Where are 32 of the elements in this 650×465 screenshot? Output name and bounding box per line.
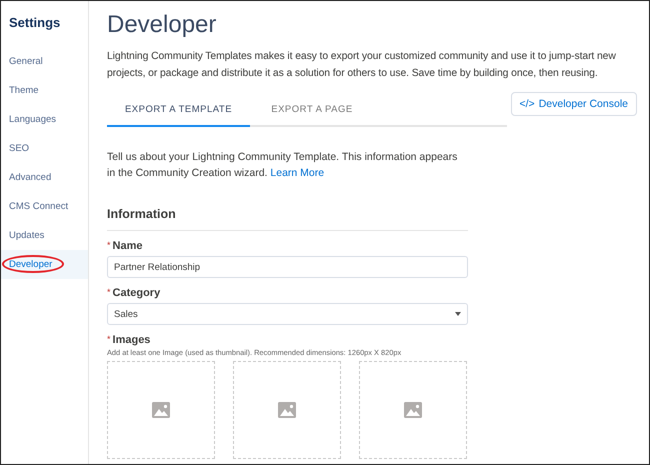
- sidebar-item[interactable]: Updates: [1, 221, 88, 250]
- image-upload-slot[interactable]: [359, 361, 467, 459]
- tab[interactable]: EXPORT A PAGE: [250, 92, 374, 127]
- developer-console-button[interactable]: </> Developer Console: [510, 92, 637, 116]
- page-title: Developer: [107, 11, 218, 39]
- sidebar-item[interactable]: Languages: [1, 105, 88, 134]
- sidebar-item[interactable]: CMS Connect: [1, 192, 88, 221]
- sidebar-item[interactable]: Advanced: [1, 163, 88, 192]
- required-marker: *: [107, 287, 111, 297]
- image-upload-slot[interactable]: [107, 361, 215, 459]
- page-description: Lightning Community Templates makes it easy to export your customized community and use it to jump-start new projects, or package and distribute it as a solution for others to use. Save time by building once, then reusing.: [107, 50, 617, 81]
- image-icon: [152, 402, 170, 418]
- section-heading: Information: [107, 207, 468, 231]
- category-dropdown[interactable]: Sales: [107, 303, 468, 325]
- sidebar-item[interactable]: Theme: [1, 76, 88, 105]
- field-label: Images: [112, 334, 150, 346]
- required-marker: *: [107, 240, 111, 250]
- image-upload-slot[interactable]: [233, 361, 341, 459]
- sidebar-item[interactable]: General: [1, 47, 88, 76]
- image-icon: [278, 402, 296, 418]
- name-field[interactable]: Partner Relationship: [107, 256, 468, 278]
- tab[interactable]: EXPORT A TEMPLATE: [107, 92, 250, 127]
- caret-icon: [455, 312, 461, 316]
- intro-text: Tell us about your Lightning Community Template. This information appears in the Community Creation wizard. Learn More: [107, 150, 458, 181]
- sidebar-item[interactable]: Developer: [1, 250, 88, 279]
- field-label: Category: [112, 287, 160, 299]
- image-icon: [404, 402, 422, 418]
- sidebar-item[interactable]: SEO: [1, 134, 88, 163]
- required-marker: *: [107, 334, 111, 344]
- field-label: Name: [112, 240, 142, 252]
- sidebar-title: Settings: [8, 15, 62, 32]
- learn-more-link[interactable]: Learn More: [270, 167, 324, 179]
